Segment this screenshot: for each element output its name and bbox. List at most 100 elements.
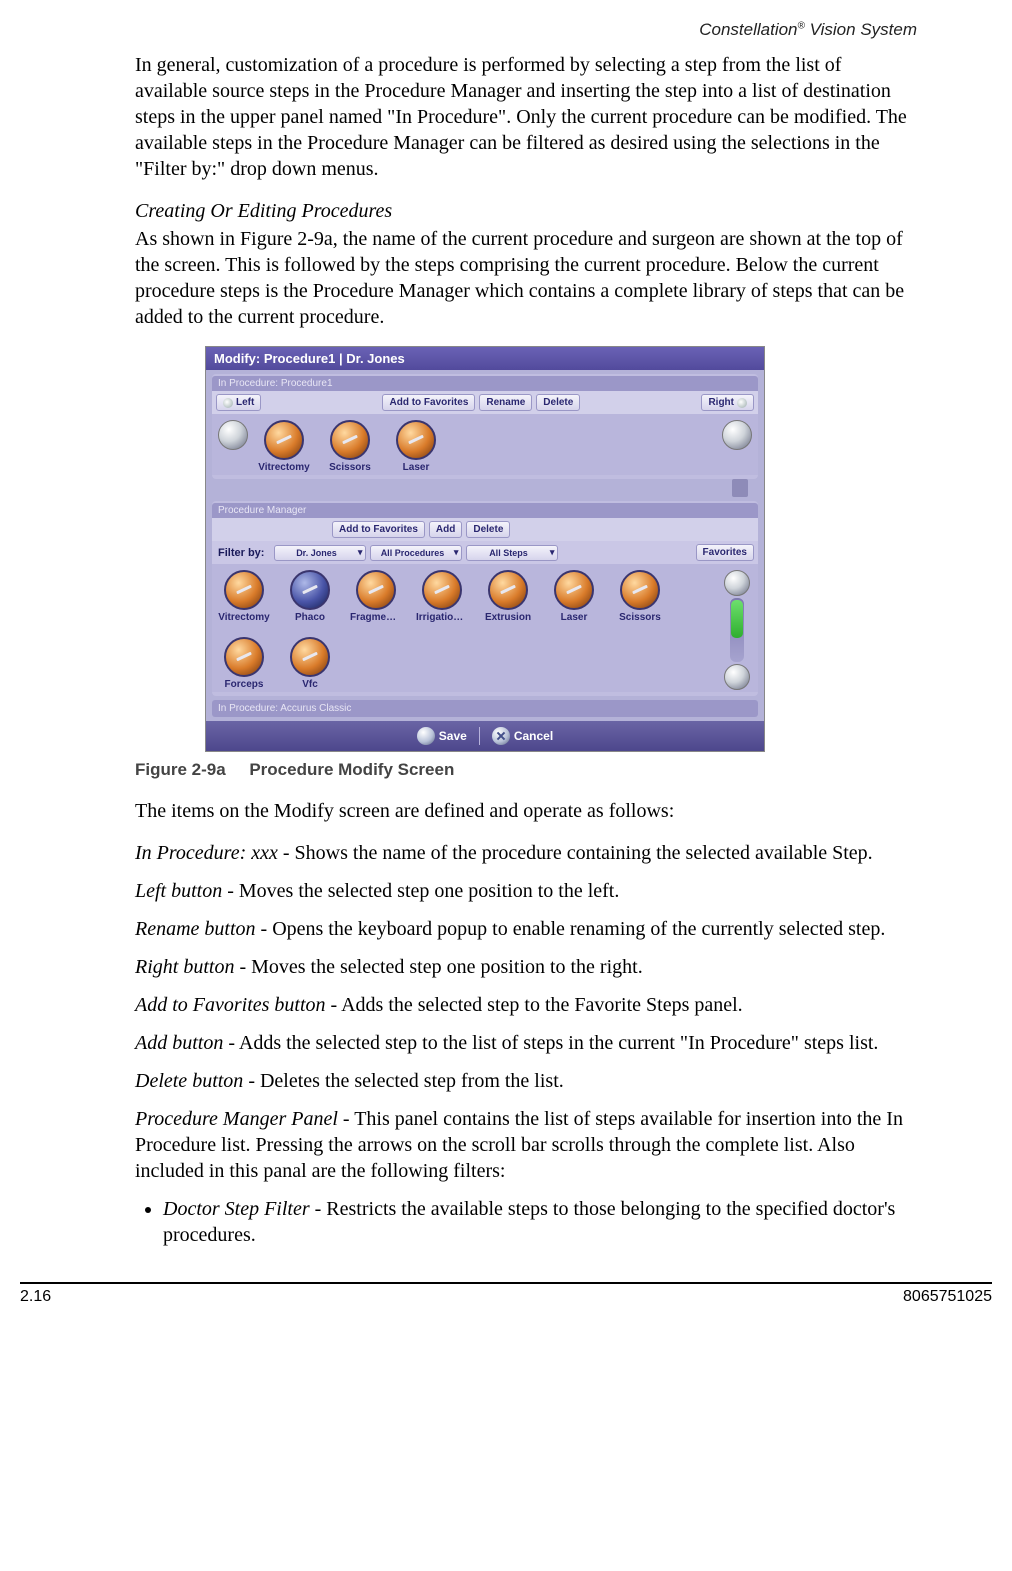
- cancel-button[interactable]: Cancel: [492, 727, 553, 745]
- page-header: Constellation® Vision System: [135, 20, 917, 40]
- rename-button[interactable]: Rename: [479, 394, 532, 411]
- save-icon: [417, 727, 435, 745]
- in-procedure-accurus: In Procedure: Accurus Classic: [212, 700, 758, 717]
- cancel-icon: [492, 727, 510, 745]
- step-label: Laser: [390, 462, 442, 473]
- step-label: Laser: [548, 612, 600, 623]
- scroll-down-button[interactable]: [724, 664, 750, 690]
- def-delete-button: Delete button - Deletes the selected ste…: [135, 1068, 917, 1094]
- step-label: Scissors: [614, 612, 666, 623]
- step-icon: [330, 420, 370, 460]
- bullet-doctor-step-filter: Doctor Step Filter - Restricts the avail…: [163, 1196, 917, 1248]
- filter-step-dropdown[interactable]: All Steps: [466, 545, 558, 561]
- save-button[interactable]: Save: [417, 727, 467, 745]
- def-in-procedure: In Procedure: xxx - Shows the name of th…: [135, 840, 917, 866]
- cancel-label: Cancel: [514, 729, 553, 743]
- step-label: Phaco: [284, 612, 336, 623]
- in-procedure-toolbar: Left Add to Favorites Rename Delete Righ…: [212, 391, 758, 414]
- paragraph-creating-editing: As shown in Figure 2-9a, the name of the…: [135, 226, 917, 330]
- mgr-step-irrigation[interactable]: IrrigationAs: [416, 570, 468, 623]
- in-procedure-panel: In Procedure: Procedure1 Left Add to Fav…: [212, 374, 758, 479]
- mgr-step-forceps[interactable]: Forceps: [218, 637, 270, 690]
- procedure-manager-panel: Procedure Manager Add to Favorites Add D…: [212, 501, 758, 696]
- divider: [479, 727, 480, 745]
- step-icon: [422, 570, 462, 610]
- filter-by-label: Filter by:: [216, 547, 270, 559]
- mgr-step-scissors[interactable]: Scissors: [614, 570, 666, 623]
- step-icon: [488, 570, 528, 610]
- def-add-button: Add button - Adds the selected step to t…: [135, 1030, 917, 1056]
- figure-number: Figure 2-9a: [135, 760, 226, 779]
- mgr-step-vfc[interactable]: Vfc: [284, 637, 336, 690]
- step-label: Scissors: [324, 462, 376, 473]
- step-icon: [356, 570, 396, 610]
- right-button-label: Right: [708, 397, 734, 408]
- procedure-modify-screen: Modify: Procedure1 | Dr. Jones In Proced…: [205, 346, 765, 752]
- procedure-manager-title: Procedure Manager: [212, 503, 758, 518]
- filter-bullets: Doctor Step Filter - Restricts the avail…: [135, 1196, 917, 1248]
- paragraph-intro: In general, customization of a procedure…: [135, 52, 917, 182]
- filter-procedure-dropdown[interactable]: All Procedures: [370, 545, 462, 561]
- def-left-button: Left button - Moves the selected step on…: [135, 878, 917, 904]
- paragraph-items-intro: The items on the Modify screen are defin…: [135, 798, 917, 824]
- subheading-creating-editing: Creating Or Editing Procedures: [135, 198, 917, 224]
- scroll-left-knob[interactable]: [218, 420, 248, 450]
- step-vitrectomy[interactable]: Vitrectomy: [258, 420, 310, 473]
- left-button[interactable]: Left: [216, 394, 261, 411]
- step-icon: [620, 570, 660, 610]
- save-cancel-bar: Save Cancel: [206, 721, 764, 751]
- procedure-manager-body: Vitrectomy Phaco Fragmentati IrrigationA…: [212, 564, 758, 692]
- step-icon: [264, 420, 304, 460]
- step-label: IrrigationAs: [416, 612, 468, 623]
- filter-row: Filter by: Dr. Jones All Procedures All …: [212, 541, 758, 564]
- figure-caption: Figure 2-9a Procedure Modify Screen: [135, 760, 917, 780]
- figure-title: Procedure Modify Screen: [249, 760, 454, 779]
- scrollbar: [716, 570, 752, 690]
- mgr-add-to-favorites-button[interactable]: Add to Favorites: [332, 521, 425, 538]
- def-add-favorites-button: Add to Favorites button - Adds the selec…: [135, 992, 917, 1018]
- scroll-thumb[interactable]: [731, 600, 743, 638]
- mgr-step-vitrectomy[interactable]: Vitrectomy: [218, 570, 270, 623]
- step-icon: [290, 570, 330, 610]
- mgr-add-button[interactable]: Add: [429, 521, 462, 538]
- mgr-step-extrusion[interactable]: Extrusion: [482, 570, 534, 623]
- step-icon: [554, 570, 594, 610]
- step-label: Fragmentati: [350, 612, 402, 623]
- left-button-label: Left: [236, 397, 254, 408]
- mgr-step-laser[interactable]: Laser: [548, 570, 600, 623]
- step-label: Vfc: [284, 679, 336, 690]
- step-icon: [224, 570, 264, 610]
- modify-titlebar: Modify: Procedure1 | Dr. Jones: [206, 347, 764, 370]
- save-label: Save: [439, 729, 467, 743]
- arrow-left-icon: [223, 398, 233, 408]
- step-icon: [290, 637, 330, 677]
- page-footer: 2.16 8065751025: [20, 1282, 992, 1316]
- step-label: Forceps: [218, 679, 270, 690]
- trash-icon[interactable]: [732, 479, 748, 497]
- right-button[interactable]: Right: [701, 394, 754, 411]
- scroll-track[interactable]: [730, 598, 744, 662]
- scroll-up-button[interactable]: [724, 570, 750, 596]
- def-procedure-manager-panel: Procedure Manger Panel - This panel cont…: [135, 1106, 917, 1184]
- def-rename-button: Rename button - Opens the keyboard popup…: [135, 916, 917, 942]
- in-procedure-title: In Procedure: Procedure1: [212, 376, 758, 391]
- step-label: Extrusion: [482, 612, 534, 623]
- step-scissors[interactable]: Scissors: [324, 420, 376, 473]
- delete-button[interactable]: Delete: [536, 394, 580, 411]
- figure-2-9a: Modify: Procedure1 | Dr. Jones In Proced…: [205, 346, 917, 752]
- favorites-button[interactable]: Favorites: [696, 544, 754, 561]
- mgr-delete-button[interactable]: Delete: [466, 521, 510, 538]
- in-procedure-steps-row: Vitrectomy Scissors Laser: [212, 414, 758, 475]
- add-to-favorites-button[interactable]: Add to Favorites: [382, 394, 475, 411]
- step-icon: [396, 420, 436, 460]
- def-right-button: Right button - Moves the selected step o…: [135, 954, 917, 980]
- scroll-right-knob[interactable]: [722, 420, 752, 450]
- mgr-step-phaco[interactable]: Phaco: [284, 570, 336, 623]
- procedure-manager-toolbar: Add to Favorites Add Delete: [212, 518, 758, 541]
- filter-doctor-dropdown[interactable]: Dr. Jones: [274, 545, 366, 561]
- step-label: Vitrectomy: [258, 462, 310, 473]
- step-icon: [224, 637, 264, 677]
- footer-page-number: 2.16: [20, 1288, 51, 1306]
- mgr-step-fragmentation[interactable]: Fragmentati: [350, 570, 402, 623]
- step-laser[interactable]: Laser: [390, 420, 442, 473]
